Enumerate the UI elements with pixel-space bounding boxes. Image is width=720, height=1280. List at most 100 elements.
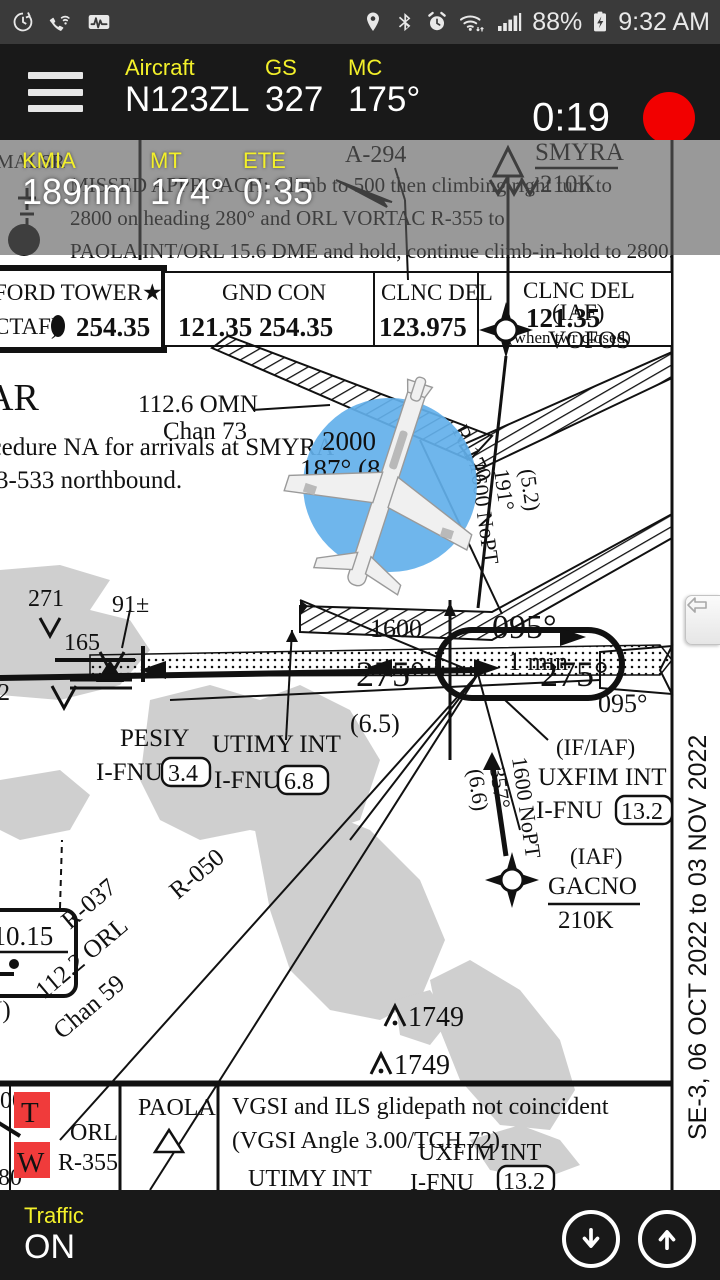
svg-text:Chan 73: Chan 73 xyxy=(163,418,247,445)
svg-text:W: W xyxy=(17,1147,45,1179)
svg-text:T: T xyxy=(21,1097,39,1129)
overlay-ete-value: 0:35 xyxy=(243,171,314,212)
traffic-status[interactable]: Traffic ON xyxy=(24,1203,84,1267)
bluetooth-icon xyxy=(394,10,416,34)
svg-text:3.4: 3.4 xyxy=(168,761,198,787)
svg-text:271: 271 xyxy=(28,586,64,612)
alarm-icon xyxy=(425,10,449,34)
overlay-destination-value: 189nm xyxy=(22,171,133,212)
nav-field-mc-label: MC xyxy=(348,55,383,80)
nav-field-aircraft-label: Aircraft xyxy=(125,55,195,80)
approach-chart-graphic: MISSED APPROACH: Climb to 500 then climb… xyxy=(0,140,720,1190)
svg-text:PAOLA INT/ORL 15.6 DME and hol: PAOLA INT/ORL 15.6 DME and hold, continu… xyxy=(70,239,674,263)
traffic-label: Traffic xyxy=(24,1203,84,1228)
overlay-destination-label: KMIA xyxy=(22,148,76,173)
svg-text:(IF/IAF): (IF/IAF) xyxy=(556,735,635,760)
svg-text:210K: 210K xyxy=(540,171,596,198)
svg-text:13.2: 13.2 xyxy=(621,799,663,825)
svg-text:1749: 1749 xyxy=(394,1050,450,1081)
svg-text:(6.5): (6.5) xyxy=(350,709,400,738)
svg-text:GACNO: GACNO xyxy=(548,873,637,900)
top-nav-bar: Aircraft N123ZL GS 327 MC 175° 0:19 xyxy=(0,44,720,144)
nav-field-mc-value: 175° xyxy=(348,80,421,119)
svg-text:254.35: 254.35 xyxy=(76,312,150,342)
svg-text:112.6 OMN: 112.6 OMN xyxy=(138,391,258,418)
signal-icon xyxy=(497,10,523,34)
location-icon xyxy=(361,10,385,34)
svg-text:VGSI and ILS glidepath not coi: VGSI and ILS glidepath not coincident xyxy=(232,1094,609,1120)
svg-text:UTIMY INT: UTIMY INT xyxy=(212,731,341,758)
battery-charging-icon xyxy=(591,10,609,34)
svg-text:SMYRA: SMYRA xyxy=(535,140,624,166)
traffic-value: ON xyxy=(24,1228,75,1266)
svg-text:I-FNU: I-FNU xyxy=(96,759,163,786)
overlay-mt-value: 174° xyxy=(150,171,225,212)
overlay-ete-label: ETE xyxy=(243,148,286,173)
svg-text:VOFOS: VOFOS xyxy=(548,327,630,354)
svg-text:1749: 1749 xyxy=(408,1002,464,1033)
nav-field-aircraft-value: N123ZL xyxy=(125,80,250,119)
svg-text:095°: 095° xyxy=(598,689,647,718)
svg-text:13.2: 13.2 xyxy=(503,1169,545,1190)
nav-field-gs[interactable]: GS 327 xyxy=(265,56,323,120)
svg-text:ORL: ORL xyxy=(70,1120,118,1146)
bottom-toolbar: Traffic ON xyxy=(0,1190,720,1280)
svg-text:1600: 1600 xyxy=(370,614,422,643)
svg-text:72: 72 xyxy=(0,680,10,706)
overlay-mt-label: MT xyxy=(150,148,182,173)
svg-text:V3-533 northbound.: V3-533 northbound. xyxy=(0,467,182,494)
overlay-field-mt[interactable]: MT 174° xyxy=(150,150,224,212)
svg-text:210K: 210K xyxy=(558,907,614,934)
missed-call-wifi-icon xyxy=(48,9,74,35)
chart-panel-slide-tab[interactable] xyxy=(685,595,720,645)
approach-chart-view[interactable]: MISSED APPROACH: Climb to 500 then climb… xyxy=(0,140,720,1190)
nav-field-aircraft[interactable]: Aircraft N123ZL xyxy=(125,56,250,120)
record-dot[interactable] xyxy=(643,92,695,144)
svg-text:AR: AR xyxy=(0,377,39,419)
svg-text:1 min: 1 min xyxy=(508,647,568,676)
svg-text:UXFIM INT: UXFIM INT xyxy=(538,764,666,791)
svg-text:110.15: 110.15 xyxy=(0,921,53,951)
nav-field-gs-value: 327 xyxy=(265,80,324,119)
timer-icon xyxy=(10,9,36,35)
svg-text:2000: 2000 xyxy=(322,426,376,456)
svg-text:095°: 095° xyxy=(492,609,557,646)
svg-text:I-FNU: I-FNU xyxy=(536,797,603,824)
arrow-down-circle-icon[interactable] xyxy=(562,1210,620,1268)
svg-text:CLNC DEL: CLNC DEL xyxy=(381,280,493,305)
svg-text:PAOLA: PAOLA xyxy=(138,1095,216,1121)
flight-timer[interactable]: 0:19 xyxy=(532,96,610,141)
svg-text:123.975: 123.975 xyxy=(379,312,467,342)
hamburger-menu-icon[interactable] xyxy=(28,72,83,112)
svg-text:(Y): (Y) xyxy=(0,997,11,1024)
svg-text:FORD TOWER★: FORD TOWER★ xyxy=(0,280,163,305)
clock-label: 9:32 AM xyxy=(618,7,710,36)
svg-text:UXFIM INT: UXFIM INT xyxy=(418,1140,542,1166)
svg-text:A-294: A-294 xyxy=(345,142,406,168)
status-bar-left-icons xyxy=(10,9,112,35)
svg-text:121.35 254.35: 121.35 254.35 xyxy=(178,312,333,342)
svg-text:GND CON: GND CON xyxy=(222,280,327,305)
activity-icon xyxy=(86,9,112,35)
svg-text:CTAF): CTAF) xyxy=(0,314,59,339)
svg-text:(IAF): (IAF) xyxy=(570,844,622,869)
overlay-field-destination[interactable]: KMIA 189nm xyxy=(22,150,132,212)
svg-text:I-FNU: I-FNU xyxy=(214,767,281,794)
svg-text:6.8: 6.8 xyxy=(284,769,314,795)
chart-edition-label: SE-3, 06 OCT 2022 to 03 NOV 2022 xyxy=(684,735,712,1140)
arrow-up-circle-icon[interactable] xyxy=(638,1210,696,1268)
svg-text:(IAF): (IAF) xyxy=(552,300,604,325)
svg-text:UTIMY INT: UTIMY INT xyxy=(248,1166,372,1190)
nav-field-gs-label: GS xyxy=(265,55,297,80)
svg-text:165: 165 xyxy=(64,630,100,656)
svg-text:91±: 91± xyxy=(112,592,149,618)
svg-text:R-355: R-355 xyxy=(58,1150,118,1176)
svg-text:I-FNU: I-FNU xyxy=(410,1170,474,1190)
overlay-field-ete[interactable]: ETE 0:35 xyxy=(243,150,313,212)
battery-percent-label: 88% xyxy=(532,7,583,36)
status-bar-right-icons: 88% 9:32 AM xyxy=(361,8,710,37)
app-root: 88% 9:32 AM Aircraft N123ZL GS 327 MC 17… xyxy=(0,0,720,1280)
android-status-bar: 88% 9:32 AM xyxy=(0,0,720,44)
nav-field-mc[interactable]: MC 175° xyxy=(348,56,420,120)
svg-text:PESIY: PESIY xyxy=(120,725,189,752)
